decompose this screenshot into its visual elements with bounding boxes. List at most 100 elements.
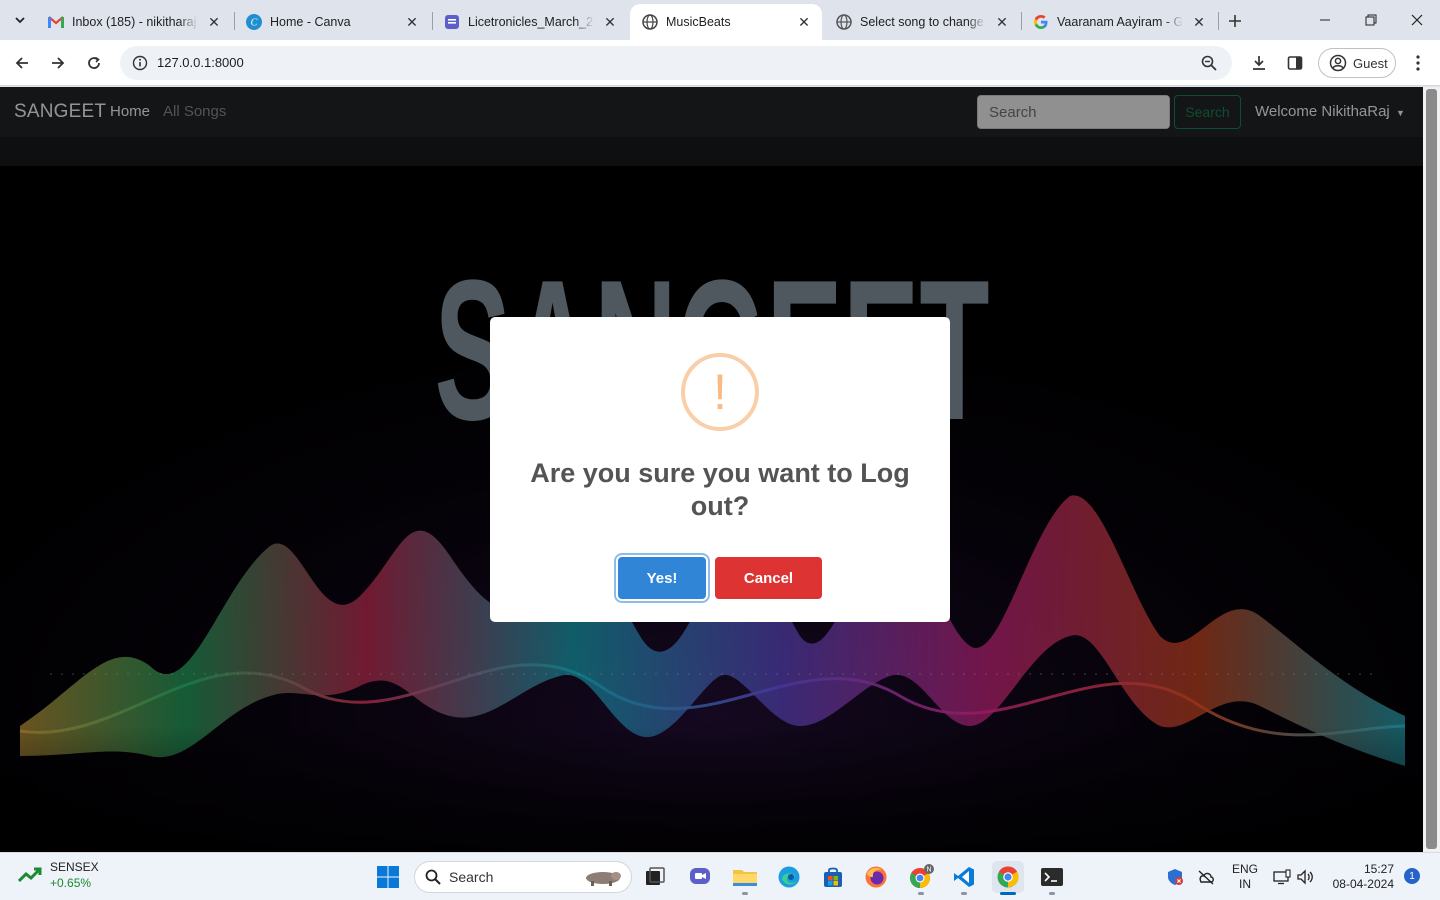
google-icon: [1033, 14, 1049, 30]
network-icon[interactable]: [1270, 865, 1294, 889]
taskbar-app-edge[interactable]: [773, 861, 805, 893]
site-info-icon[interactable]: [128, 51, 152, 75]
running-indicator: [961, 892, 967, 895]
close-window-button[interactable]: [1394, 0, 1440, 40]
forward-button[interactable]: [43, 48, 73, 78]
tab-divider: [1218, 12, 1219, 30]
document-icon: [444, 14, 460, 30]
tab-licetronicles[interactable]: Licetronicles_March_2024 ✕: [432, 4, 628, 40]
logout-confirm-dialog: ! Are you sure you want to Log out? Yes!…: [490, 317, 950, 622]
tab-search-button[interactable]: [6, 6, 34, 34]
tab-label: Home - Canva: [270, 15, 351, 29]
minimize-button[interactable]: [1302, 0, 1348, 40]
warning-mark: !: [713, 364, 727, 420]
chat-icon: [690, 868, 710, 884]
store-icon: [824, 867, 842, 887]
browser-tab-strip: Inbox (185) - nikitharaj2 ✕ C Home - Can…: [0, 0, 1440, 40]
taskbar-search-label: Search: [449, 869, 494, 885]
chrome-icon: [997, 866, 1019, 888]
confirm-logout-button[interactable]: Yes!: [618, 557, 706, 599]
widget-value: +0.65%: [50, 876, 92, 890]
svg-text:C: C: [251, 18, 258, 29]
windows-taskbar: SENSEX +0.65% Search N ENG IN 15:27 08-0…: [0, 852, 1440, 900]
restore-icon: [1365, 14, 1377, 26]
search-icon: [425, 869, 441, 885]
search-highlight-icon: [586, 872, 621, 886]
globe-icon: [836, 14, 852, 30]
region-code: IN: [1239, 877, 1251, 891]
tab-gmail[interactable]: Inbox (185) - nikitharaj2 ✕: [36, 4, 232, 40]
account-circle-icon: [1329, 54, 1347, 72]
tab-canva[interactable]: C Home - Canva ✕: [234, 4, 430, 40]
clock-date: 08-04-2024: [1332, 877, 1394, 891]
close-tab-icon[interactable]: ✕: [402, 12, 422, 32]
running-indicator: [1000, 892, 1016, 895]
plus-icon: [1229, 15, 1241, 27]
cancel-button[interactable]: Cancel: [715, 557, 822, 599]
zoom-icon[interactable]: [1198, 52, 1220, 74]
tab-label: Vaaranam Aayiram - Google: [1057, 15, 1183, 29]
profile-button[interactable]: Guest: [1318, 48, 1396, 78]
browser-menu-button[interactable]: [1405, 50, 1431, 76]
new-tab-button[interactable]: [1222, 8, 1248, 34]
widget-name: SENSEX: [50, 860, 99, 874]
system-clock[interactable]: 15:27 08-04-2024: [1328, 862, 1394, 892]
tab-label: Inbox (185) - nikitharaj2: [72, 15, 198, 29]
close-tab-icon[interactable]: ✕: [794, 12, 814, 32]
security-shield-icon[interactable]: [1163, 865, 1187, 889]
running-indicator: [918, 892, 924, 895]
restore-button[interactable]: [1348, 0, 1394, 40]
notification-badge[interactable]: 1: [1404, 868, 1420, 884]
close-tab-icon[interactable]: ✕: [1189, 12, 1209, 32]
side-panel-icon[interactable]: [1282, 50, 1308, 76]
taskbar-app-chrome-profile[interactable]: N: [905, 861, 937, 895]
taskbar-app-store[interactable]: [817, 861, 849, 893]
scrollbar-thumb[interactable]: [1426, 89, 1437, 849]
taskbar-app-vscode[interactable]: [948, 861, 980, 895]
folder-icon: [733, 870, 757, 886]
taskbar-app-teams[interactable]: [684, 861, 716, 893]
taskbar-app-terminal[interactable]: [1036, 861, 1068, 895]
url-text: 127.0.0.1:8000: [157, 55, 244, 70]
taskbar-search[interactable]: Search: [414, 861, 632, 893]
tab-select-song[interactable]: Select song to change | Django ✕: [824, 4, 1020, 40]
close-tab-icon[interactable]: ✕: [992, 12, 1012, 32]
trend-up-icon: [18, 867, 42, 883]
firefox-icon: [865, 866, 887, 888]
chevron-down-icon: [15, 17, 25, 24]
address-bar[interactable]: 127.0.0.1:8000: [120, 46, 1232, 80]
reload-button[interactable]: [79, 48, 109, 78]
tab-vaaranam[interactable]: Vaaranam Aayiram - Google ✕: [1021, 4, 1217, 40]
gmail-icon: [48, 14, 64, 30]
running-indicator: [1049, 892, 1055, 895]
download-icon[interactable]: [1246, 50, 1272, 76]
stock-widget[interactable]: SENSEX +0.65%: [18, 859, 99, 891]
tab-label: MusicBeats: [666, 15, 731, 29]
profile-label: Guest: [1353, 55, 1388, 71]
globe-icon: [642, 14, 658, 30]
browser-toolbar: 127.0.0.1:8000 Guest: [0, 40, 1440, 86]
start-button[interactable]: [372, 861, 404, 893]
edge-icon: [778, 866, 800, 888]
arrow-left-icon: [15, 57, 28, 69]
language-code: ENG: [1232, 862, 1259, 876]
clock-time: 15:27: [1363, 862, 1394, 876]
language-indicator[interactable]: ENG IN: [1232, 862, 1258, 892]
reload-icon: [88, 56, 100, 69]
close-tab-icon[interactable]: ✕: [204, 12, 224, 32]
taskbar-app-file-explorer[interactable]: [729, 861, 761, 895]
taskbar-app-chrome[interactable]: [992, 861, 1024, 895]
page-scrollbar[interactable]: [1423, 87, 1440, 852]
chrome-profile-icon: N: [910, 864, 934, 888]
cloud-offline-icon[interactable]: [1194, 865, 1218, 889]
task-view-button[interactable]: [639, 861, 671, 893]
task-view-icon: [646, 867, 665, 885]
back-button[interactable]: [7, 48, 37, 78]
volume-icon[interactable]: [1293, 865, 1317, 889]
terminal-icon: [1041, 868, 1063, 886]
tab-musicbeats[interactable]: MusicBeats ✕: [630, 4, 822, 40]
taskbar-app-firefox[interactable]: [860, 861, 892, 893]
dialog-title: Are you sure you want to Log out?: [530, 458, 910, 521]
close-tab-icon[interactable]: ✕: [600, 12, 620, 32]
warning-icon: !: [681, 353, 759, 431]
